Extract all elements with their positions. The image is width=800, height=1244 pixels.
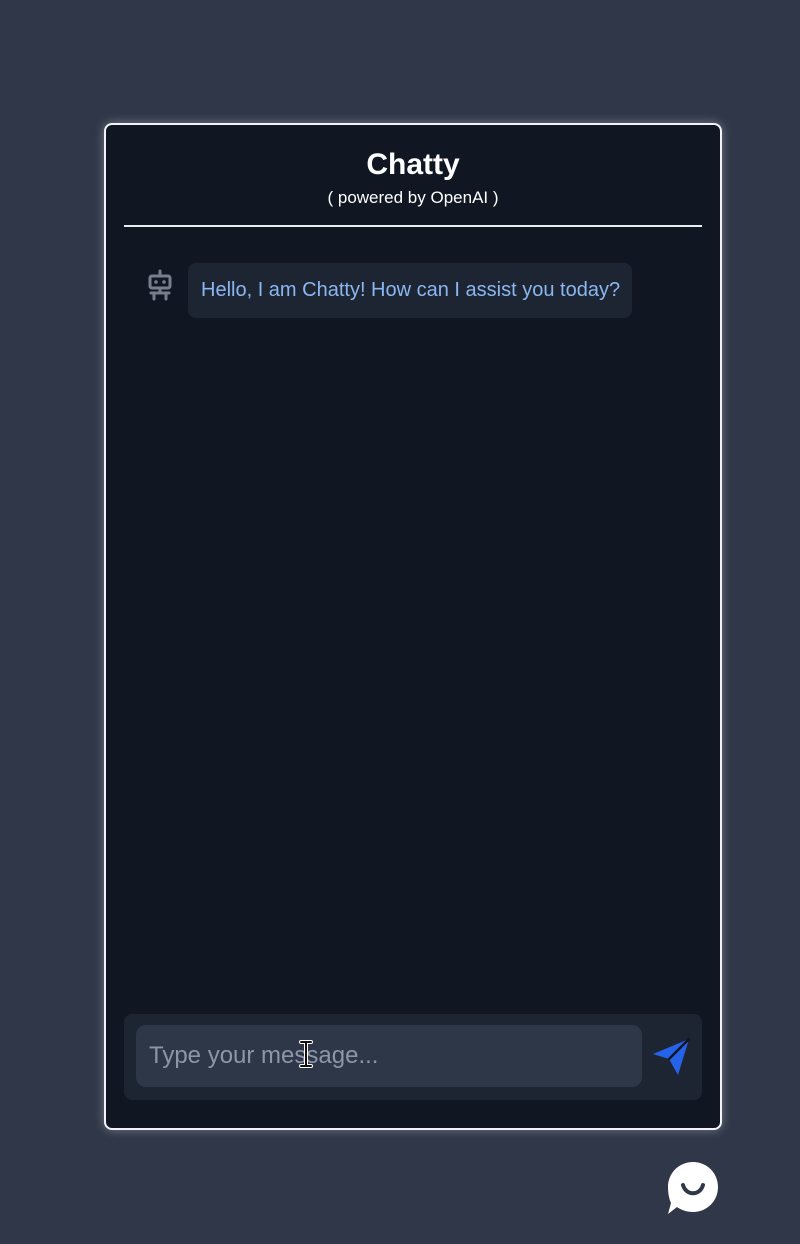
chat-header: Chatty ( powered by OpenAI )	[124, 125, 702, 227]
bot-message: Hello, I am Chatty! How can I assist you…	[146, 263, 633, 318]
send-button[interactable]	[650, 1037, 692, 1077]
message-composer	[124, 1014, 702, 1100]
message-list: Hello, I am Chatty! How can I assist you…	[106, 245, 720, 1018]
message-input[interactable]	[136, 1025, 642, 1087]
robot-icon	[146, 269, 174, 301]
chat-subtitle: ( powered by OpenAI )	[327, 188, 499, 207]
chat-window: Chatty ( powered by OpenAI ) Hello, I am…	[104, 123, 722, 1130]
send-icon	[650, 1037, 692, 1080]
message-bubble: Hello, I am Chatty! How can I assist you…	[188, 263, 633, 318]
chat-bubble-icon	[666, 1162, 720, 1219]
page: Chatty ( powered by OpenAI ) Hello, I am…	[0, 0, 800, 1244]
chat-launcher-button[interactable]	[666, 1160, 720, 1216]
chat-title: Chatty	[366, 148, 460, 181]
